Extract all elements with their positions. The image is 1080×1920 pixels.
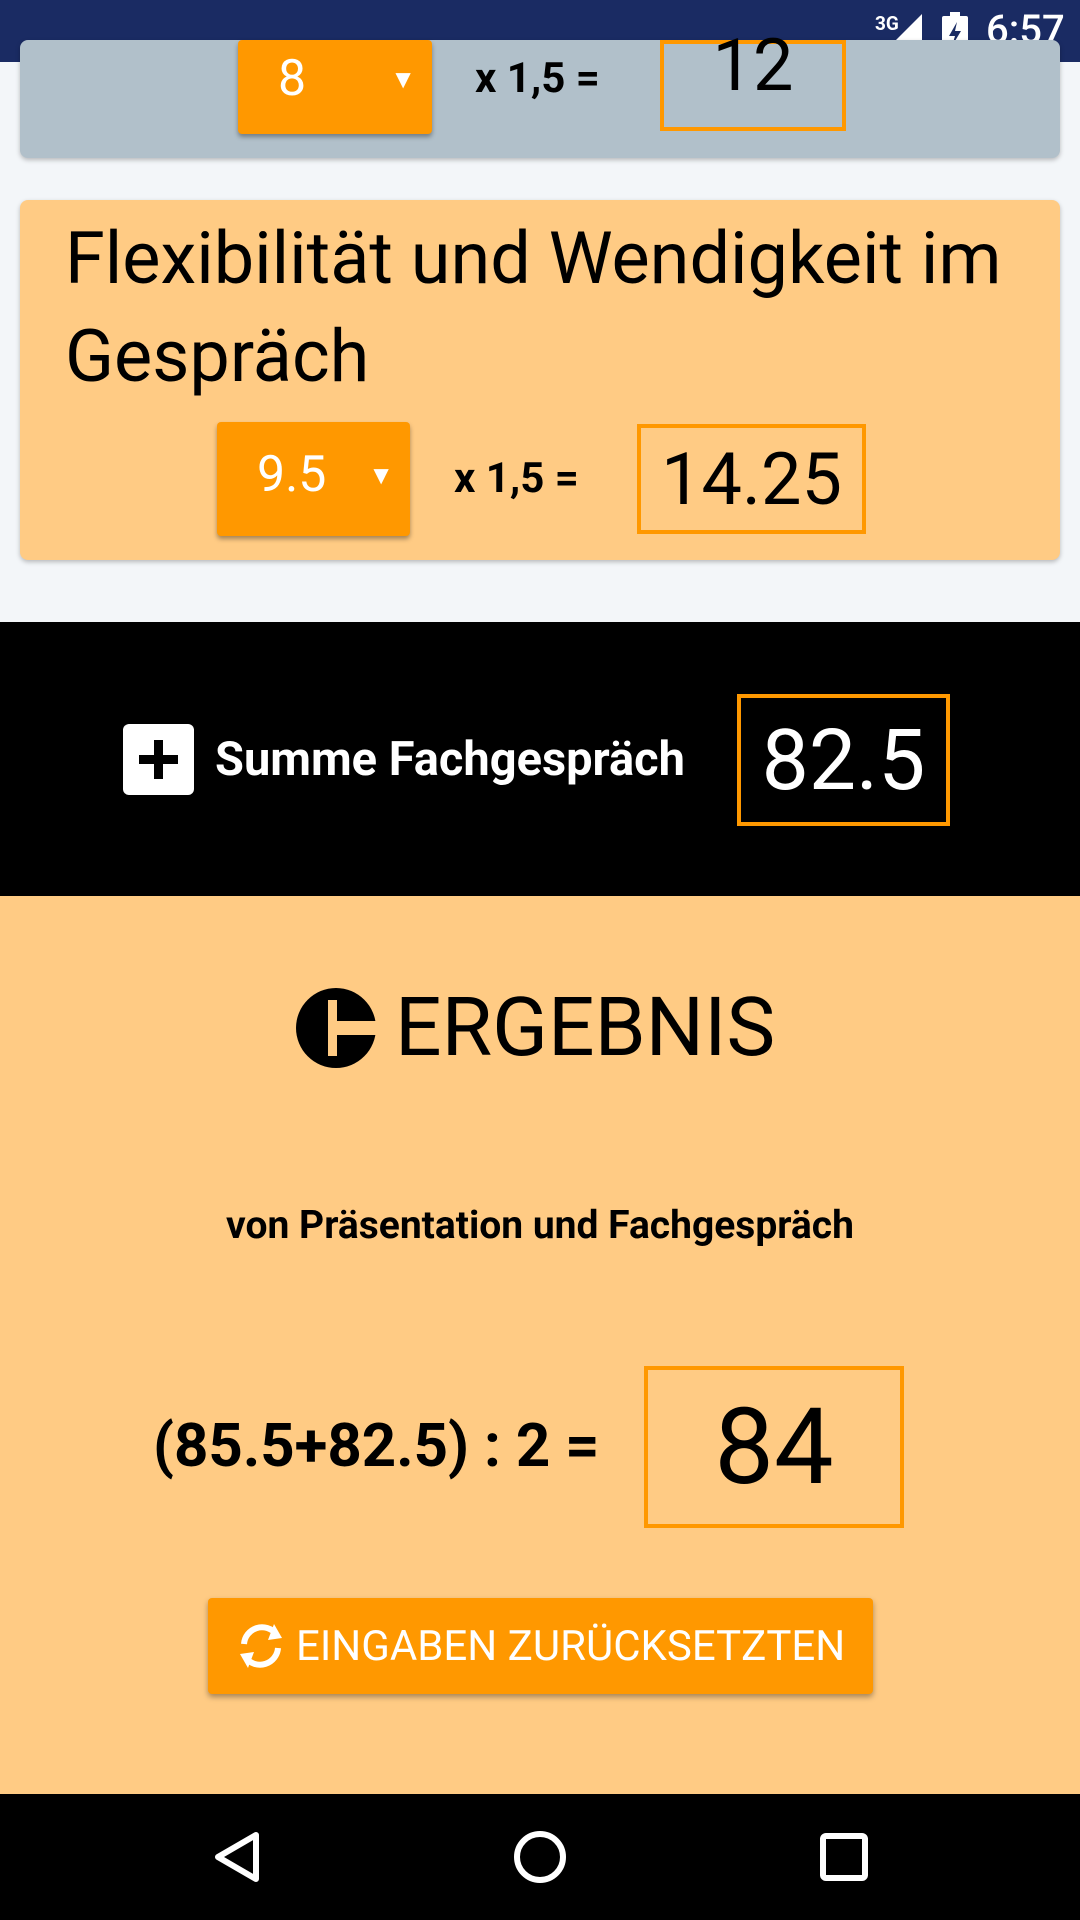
multiplier-label: x 1,5 = — [475, 54, 600, 103]
refresh-icon — [236, 1620, 286, 1676]
sum-band: Summe Fachgespräch 82.5 — [0, 622, 1080, 896]
formula: (85.5+82.5) : 2 = — [153, 1410, 600, 1481]
score-select[interactable]: 8 ▼ — [238, 40, 432, 134]
sum-result-box: 82.5 — [737, 694, 950, 826]
score-select-value: 9.5 — [257, 446, 327, 504]
back-icon[interactable] — [208, 1827, 268, 1891]
card-title: Flexibilität und Wendigkeit im Gespräch — [65, 216, 1002, 399]
dropdown-arrow-icon: ▼ — [368, 461, 394, 491]
score-card-previous: 8 ▼ x 1,5 = 12 — [20, 23, 1060, 158]
ergebnis-icon — [296, 988, 376, 1072]
result-value: 14.25 — [661, 436, 842, 522]
home-icon[interactable] — [510, 1827, 570, 1891]
result-box: 14.25 — [637, 424, 866, 534]
sum-value: 82.5 — [761, 710, 926, 810]
result-box: 12 — [660, 23, 846, 131]
final-result-box: 84 — [644, 1366, 904, 1528]
reset-button-label: EINGABEN ZURÜCKSETZTEN — [296, 1622, 846, 1671]
result-section: ERGEBNIS von Präsentation und Fachgesprä… — [0, 896, 1080, 1794]
reset-button[interactable]: EINGABEN ZURÜCKSETZTEN — [208, 1598, 873, 1694]
recents-icon[interactable] — [814, 1827, 874, 1891]
multiplier-label: x 1,5 = — [454, 454, 579, 503]
plus-icon — [123, 724, 194, 795]
navigation-bar — [0, 1794, 1080, 1920]
result-value: 12 — [712, 23, 794, 108]
ergebnis-subtitle: von Präsentation und Fachgespräch — [226, 1202, 854, 1248]
sum-label: Summe Fachgespräch — [215, 732, 685, 787]
ergebnis-title: ERGEBNIS — [395, 980, 776, 1076]
score-card-flexibility: Flexibilität und Wendigkeit im Gespräch … — [20, 200, 1060, 560]
score-select[interactable]: 9.5 ▼ — [217, 422, 410, 536]
score-select-value: 8 — [278, 50, 307, 108]
final-result-value: 84 — [714, 1385, 834, 1509]
dropdown-arrow-icon: ▼ — [390, 65, 416, 95]
